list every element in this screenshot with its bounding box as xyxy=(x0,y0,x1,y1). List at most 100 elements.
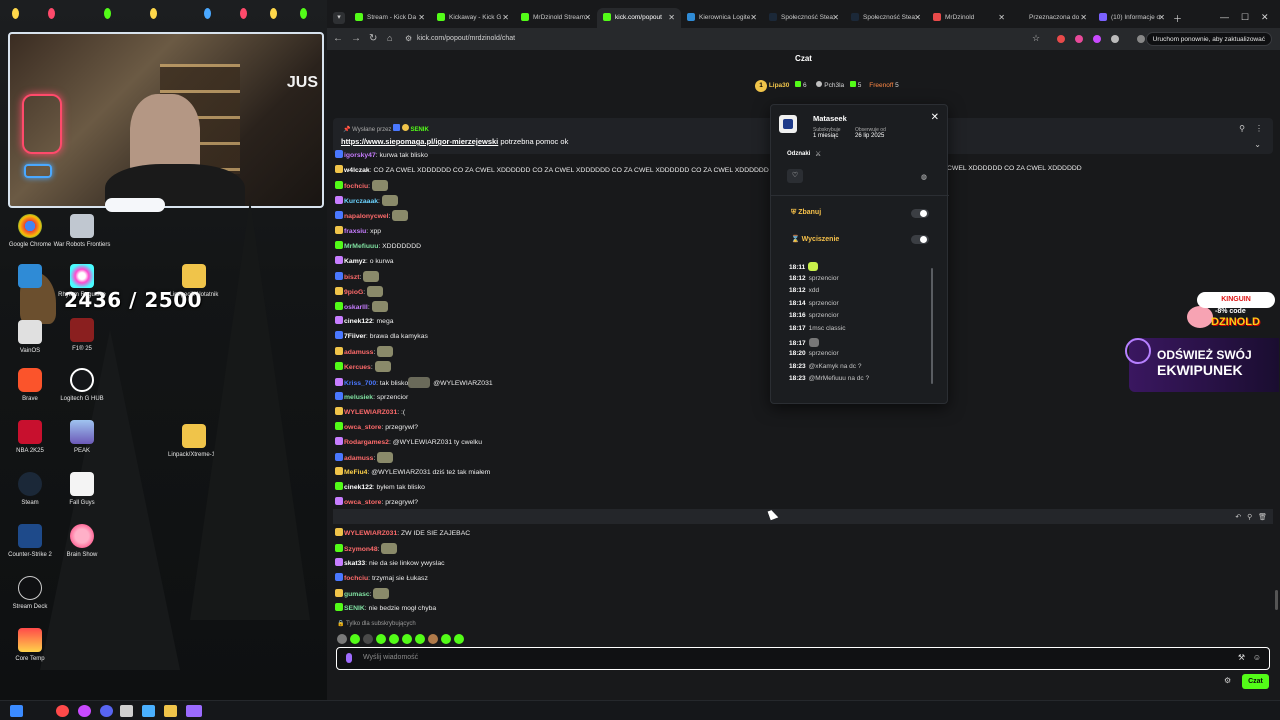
close-tab-icon[interactable]: ✕ xyxy=(1080,13,1087,22)
home-icon[interactable]: ⌂ xyxy=(387,33,392,43)
chat-username[interactable]: w4lczak xyxy=(344,167,370,174)
chat-username[interactable]: fochciu xyxy=(344,183,368,190)
chat-username[interactable]: owca_store xyxy=(344,499,381,506)
extension-icon[interactable] xyxy=(1057,35,1065,43)
chat-mention[interactable]: @WYLEWIARZ031 xyxy=(433,380,492,387)
pinned-by-user[interactable]: SENIK xyxy=(410,127,428,133)
chat-username[interactable]: Kamyz xyxy=(344,258,366,265)
chat-username[interactable]: WYLEWIARZ031 xyxy=(344,530,397,537)
chat-username[interactable]: Kercues xyxy=(344,364,371,371)
desktop-icon[interactable]: Linpack/Xtreme-1... xyxy=(164,424,224,459)
tab[interactable]: Przeznaczona do ✕ xyxy=(1011,8,1093,28)
emote-icon[interactable] xyxy=(350,634,360,644)
tab-active[interactable]: kick.com/popout ✕ xyxy=(597,8,681,28)
chat-username[interactable]: melusiek xyxy=(344,394,373,401)
chat-username[interactable]: Kurczaaak xyxy=(344,198,378,205)
mod-shield-icon[interactable]: ◍ xyxy=(921,173,927,181)
emote-icon[interactable] xyxy=(337,634,347,644)
ban-action[interactable]: ⛨ Zbanuj xyxy=(791,209,821,217)
chat-input[interactable]: Wyślij wiadomość ⚒ ☺ xyxy=(336,647,1270,670)
desktop-icon[interactable]: PEAK xyxy=(52,420,112,455)
chat-username[interactable]: owca_store xyxy=(344,424,381,431)
desktop-icon[interactable]: Brave xyxy=(0,368,60,403)
chat-username[interactable]: biszt xyxy=(344,274,359,281)
tab[interactable]: MrDzinold Stream ✕ xyxy=(515,8,597,28)
mute-toggle[interactable] xyxy=(911,235,929,244)
tab[interactable]: Stream - Kick Da ✕ xyxy=(349,8,431,28)
maximize-icon[interactable]: ☐ xyxy=(1241,12,1249,23)
pin-icon[interactable]: ⚲ xyxy=(1239,124,1245,133)
desktop-icon[interactable]: Rhythm Roguelite xyxy=(52,264,112,299)
chat-username[interactable]: cinek122 xyxy=(344,318,373,325)
chat-username[interactable]: Rodargames2 xyxy=(344,439,389,446)
pin-message-icon[interactable]: ⚲ xyxy=(1247,514,1252,521)
more-options-icon[interactable]: ⋮ xyxy=(1255,124,1263,133)
chat-username[interactable]: fraxsiu xyxy=(344,228,366,235)
close-tab-icon[interactable]: ✕ xyxy=(832,13,839,22)
relaunch-update-button[interactable]: Uruchom ponownie, aby zaktualizować xyxy=(1145,32,1272,46)
close-icon[interactable]: ✕ xyxy=(931,112,939,123)
taskbar-app-icon[interactable] xyxy=(186,705,202,717)
chat-username[interactable]: fochciu xyxy=(344,575,368,582)
desktop-icon[interactable]: Lipspecik Notatnik xyxy=(164,264,224,299)
chevron-down-icon[interactable]: ⌄ xyxy=(1254,140,1261,149)
url-field[interactable]: kick.com/popout/mrdzinold/chat xyxy=(417,35,515,42)
gifter-name[interactable]: Lipa30 xyxy=(769,82,790,89)
desktop-icon[interactable]: OBS 2025 MAJ xyxy=(220,476,280,511)
chat-username[interactable]: adamuss xyxy=(344,349,373,356)
desktop-icon[interactable] xyxy=(0,264,60,291)
chat-username[interactable]: oskarlll xyxy=(344,304,368,311)
tab[interactable]: Kierownica Logite ✕ xyxy=(681,8,763,28)
emote-icon[interactable] xyxy=(441,634,451,644)
close-tab-icon[interactable]: ✕ xyxy=(998,13,1005,22)
chat-username[interactable]: skat33 xyxy=(344,560,365,567)
taskbar-app-icon[interactable] xyxy=(142,705,155,717)
chat-username[interactable]: WYLEWIARZ031 xyxy=(344,409,397,416)
emote-icon[interactable] xyxy=(454,634,464,644)
chat-username[interactable]: adamuss xyxy=(344,455,373,462)
chat-username[interactable]: SENIK xyxy=(344,605,365,612)
emote-icon[interactable] xyxy=(402,634,412,644)
chat-username[interactable]: igorsky47 xyxy=(344,152,376,159)
command-icon[interactable]: ⚒ xyxy=(1238,653,1245,662)
desktop-icon[interactable]: Core Temp xyxy=(0,628,60,663)
start-icon[interactable] xyxy=(10,705,23,717)
desktop-icon[interactable]: NBA 2K25 xyxy=(0,420,60,455)
desktop-icon[interactable]: War Robots Frontiers xyxy=(52,214,112,249)
emoji-picker-icon[interactable]: ☺ xyxy=(1253,653,1261,662)
chat-settings-gear-icon[interactable]: ⚙ xyxy=(1224,676,1231,685)
favorite-heart-button[interactable]: ♡ xyxy=(787,169,803,183)
send-chat-button[interactable]: Czat xyxy=(1242,674,1269,689)
chat-username[interactable]: gumasc xyxy=(344,591,370,598)
tab[interactable]: Społeczność Stea ✕ xyxy=(763,8,845,28)
site-info-icon[interactable]: ⚙ xyxy=(405,34,412,43)
desktop-icon[interactable]: Brain Show xyxy=(52,524,112,559)
desktop-icon[interactable]: VainOS xyxy=(0,320,60,355)
close-tab-icon[interactable]: ✕ xyxy=(750,13,757,22)
reply-icon[interactable]: ↶ xyxy=(1235,514,1241,521)
close-tab-icon[interactable]: ✕ xyxy=(502,13,509,22)
close-tab-icon[interactable]: ✕ xyxy=(418,13,425,22)
bookmark-star-icon[interactable]: ☆ xyxy=(1032,33,1040,44)
tab-search-icon[interactable] xyxy=(1137,35,1145,43)
emote-icon[interactable] xyxy=(415,634,425,644)
desktop-icon[interactable]: Logitech G HUB xyxy=(52,368,112,403)
ban-toggle[interactable] xyxy=(911,209,929,218)
file-explorer-icon[interactable] xyxy=(164,705,177,717)
close-tab-icon[interactable]: ✕ xyxy=(668,13,675,22)
close-window-icon[interactable]: ✕ xyxy=(1261,12,1269,23)
emote-icon[interactable] xyxy=(389,634,399,644)
extensions-puzzle-icon[interactable] xyxy=(1111,35,1119,43)
chat-username[interactable]: 7Fiiver xyxy=(344,333,366,340)
chat-username[interactable]: napalonycwel xyxy=(344,213,389,220)
tab[interactable]: MrDzinold ✕ xyxy=(927,8,1011,28)
taskbar-app-icon[interactable] xyxy=(120,705,133,717)
desktop-icon[interactable]: Google Chrome xyxy=(0,214,60,249)
tab[interactable]: (10) Informacje o ✕ xyxy=(1093,8,1171,28)
desktop-icon[interactable]: Counter-Strike 2 xyxy=(0,524,60,559)
back-icon[interactable]: ← xyxy=(333,33,343,44)
emote-icon[interactable] xyxy=(376,634,386,644)
desktop-icon[interactable]: Fall Guys xyxy=(52,472,112,507)
user-card-username[interactable]: Mataseek xyxy=(813,114,847,123)
new-tab-icon[interactable]: ＋ xyxy=(1173,12,1182,25)
